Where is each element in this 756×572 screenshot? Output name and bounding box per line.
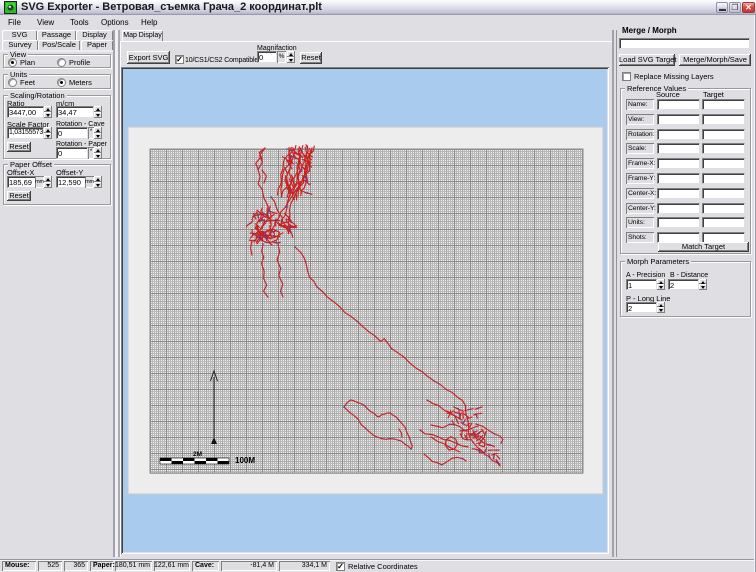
svg-text:2M: 2M bbox=[193, 451, 202, 458]
svg-text:100M: 100M bbox=[235, 456, 255, 465]
